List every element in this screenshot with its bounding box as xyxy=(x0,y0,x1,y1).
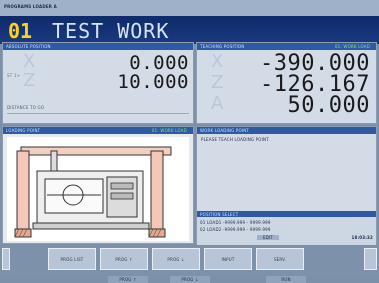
sub-prog-down[interactable]: PROG ↓ xyxy=(170,276,210,283)
panel-header: ABSOLUTE POSITION xyxy=(3,43,193,50)
panel-header: TEACHING POSITION 01: WORK LOAD xyxy=(197,43,376,50)
program-number: 01 xyxy=(8,19,33,43)
prog-down-button[interactable]: PROG ↓ xyxy=(152,248,200,270)
program-name: TEST WORK xyxy=(52,19,170,43)
position-select-title: POSITION SELECT xyxy=(200,212,239,217)
panel-header: WORK LOADING POINT xyxy=(197,127,376,134)
clock: 18:03:32 xyxy=(351,235,373,240)
window-title: PROGRAMS LOADER A xyxy=(4,4,57,9)
position-row[interactable]: 02 LOAD2 -9999.999 - 9999.999 xyxy=(200,227,271,232)
panel-title: LOADING POINT xyxy=(6,128,41,133)
teaching-a-value: 50.000 xyxy=(287,93,370,118)
axis-letter-a: A xyxy=(211,93,224,114)
softkey-left-edge[interactable] xyxy=(2,248,10,270)
position-select-header: POSITION SELECT xyxy=(197,211,376,217)
softkey-right-edge[interactable] xyxy=(364,248,377,270)
work-loading-panel: WORK LOADING POINT PLEASE TEACH LOADING … xyxy=(196,126,377,245)
serv-button[interactable]: SERV. xyxy=(256,248,304,270)
loading-point-panel: LOADING POINT 01: WORK LOAD xyxy=(2,126,194,244)
axis-letter-z: Z xyxy=(23,70,36,91)
divider xyxy=(7,113,189,114)
panel-title: WORK LOADING POINT xyxy=(200,128,250,133)
axis-letter-z: Z xyxy=(211,72,224,93)
prog-list-button[interactable]: PROG LIST xyxy=(48,248,96,270)
teaching-position-panel: TEACHING POSITION 01: WORK LOAD X -390.0… xyxy=(196,42,377,124)
machine-diagram-icon xyxy=(7,137,189,241)
sub-run[interactable]: RUN xyxy=(266,276,306,283)
panel-title: TEACHING POSITION xyxy=(200,44,245,49)
teaching-x-value: -390.000 xyxy=(260,51,370,76)
absolute-position-panel: ABSOLUTE POSITION ST 1> X 0.000 Z 10.000… xyxy=(2,42,194,124)
sub-prog-up[interactable]: PROG ↑ xyxy=(108,276,148,283)
panel-tag: 01: WORK LOAD xyxy=(334,44,370,49)
teaching-z-value: -126.167 xyxy=(260,72,370,97)
panel-header: LOADING POINT 01: WORK LOAD xyxy=(3,127,193,134)
axis-letter-x: X xyxy=(211,51,224,72)
position-row[interactable]: 01 LOAD1 -9999.999 - 9999.999 xyxy=(200,220,271,225)
guidance-message: PLEASE TEACH LOADING POINT. xyxy=(201,137,270,142)
distance-label: DISTANCE TO GO xyxy=(7,105,45,110)
title-bar: PROGRAMS LOADER A xyxy=(0,0,379,16)
edit-status-badge: EDIT xyxy=(257,235,280,240)
panel-tag: 01: WORK LOAD xyxy=(151,128,187,133)
absolute-z-value: 10.000 xyxy=(117,71,189,93)
position-select-box: POSITION SELECT 01 LOAD1 -9999.999 - 999… xyxy=(197,211,376,245)
station-prefix: ST 1> xyxy=(7,73,21,78)
axis-letter-x: X xyxy=(23,51,36,72)
panel-title: ABSOLUTE POSITION xyxy=(6,44,51,49)
prog-up-button[interactable]: PROG ↑ xyxy=(100,248,148,270)
input-button[interactable]: INPUT xyxy=(204,248,252,270)
